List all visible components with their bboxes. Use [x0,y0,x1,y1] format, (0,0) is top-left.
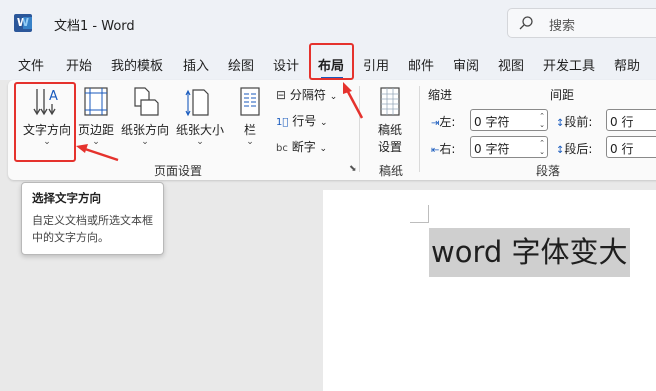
margin-corner-mark [428,205,429,223]
tooltip-title: 选择文字方向 [32,191,101,205]
arrow-to-layout-tab [343,82,364,119]
selected-document-text[interactable]: word 字体变大 [429,228,630,277]
document-page[interactable] [323,190,656,391]
text-direction-tooltip: 选择文字方向 自定义文档或所选文本框中的文字方向。 [21,182,164,255]
tooltip-description: 自定义文档或所选文本框中的文字方向。 [32,214,153,244]
arrow-to-text-direction [76,144,119,162]
margin-corner-mark [410,222,429,223]
